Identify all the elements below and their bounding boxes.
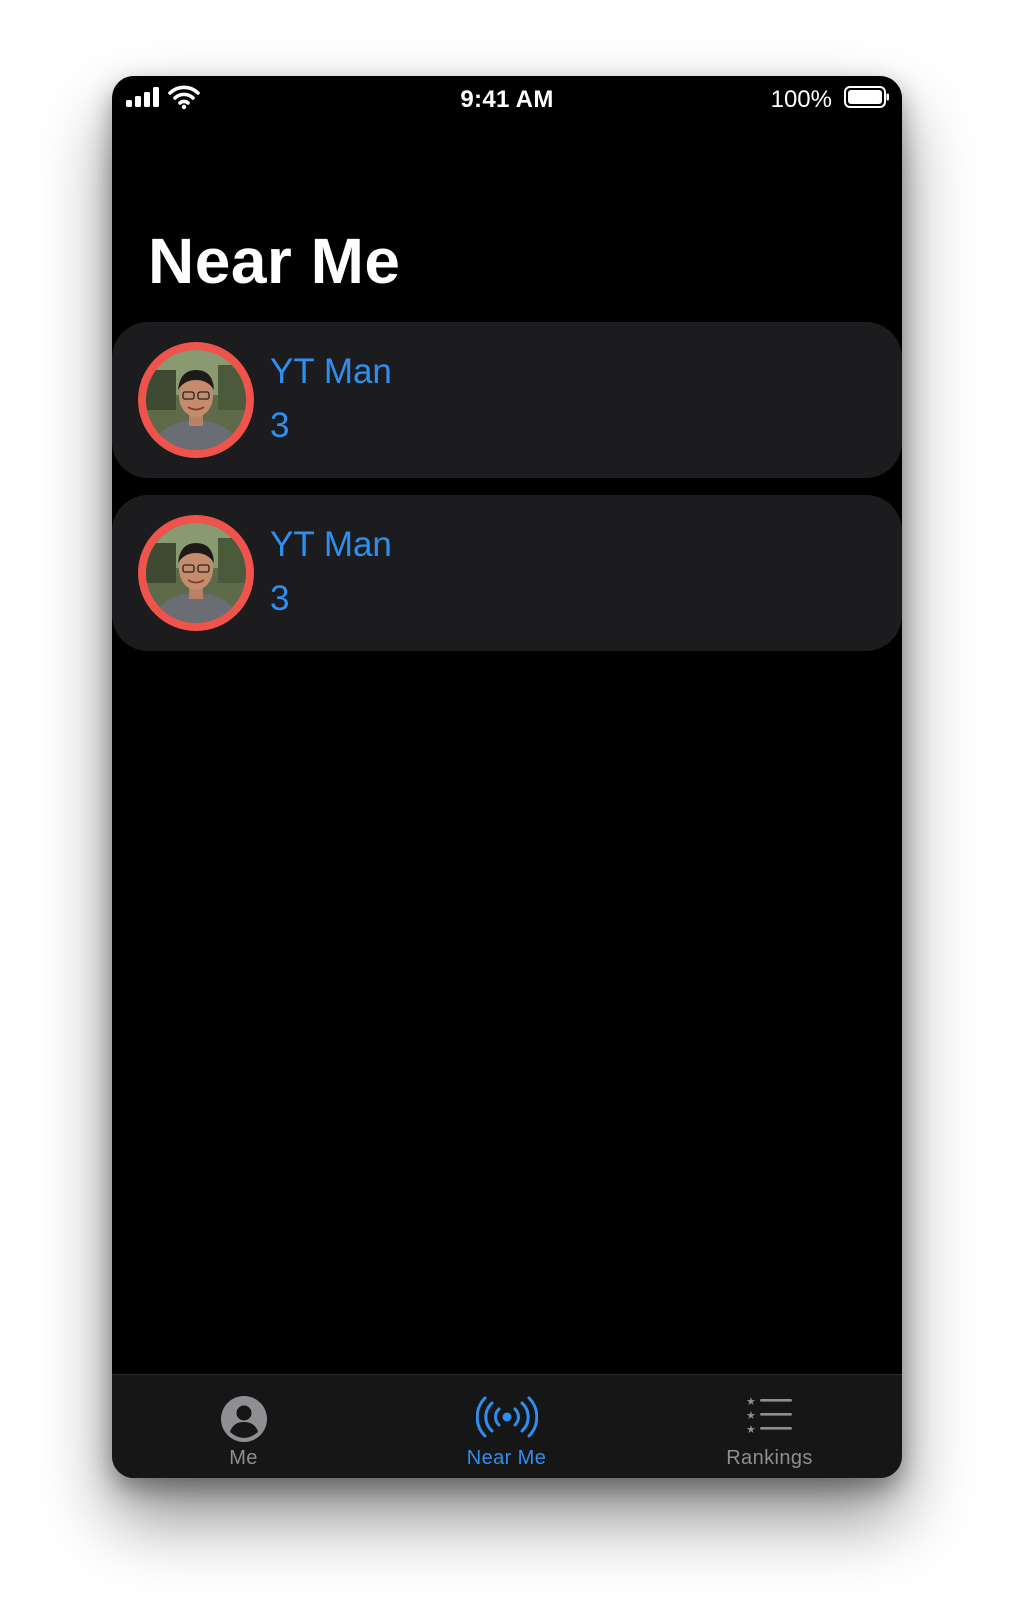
tab-rankings-label: Rankings: [726, 1447, 813, 1469]
person-circle-icon: [220, 1396, 267, 1442]
avatar: [138, 342, 254, 458]
tab-me[interactable]: Me: [112, 1375, 375, 1478]
broadcast-icon: [475, 1396, 538, 1438]
person-row[interactable]: YT Man 3: [112, 495, 902, 651]
profile-photo: [146, 523, 246, 623]
battery-icon: [844, 86, 889, 108]
phone-frame: 9:41 AM 100% Near Me YT Man 3 YT Man 3 M…: [112, 76, 902, 1478]
svg-text:★: ★: [746, 1423, 756, 1435]
svg-text:★: ★: [746, 1395, 756, 1408]
tab-near-me-label: Near Me: [466, 1447, 547, 1469]
tab-near-me[interactable]: Near Me: [375, 1375, 638, 1478]
person-name: YT Man: [270, 525, 392, 564]
avatar: [138, 515, 254, 631]
star-list-icon: ★ ★ ★: [746, 1395, 792, 1435]
tab-bar: Me Near Me ★ ★ ★ Rankings: [112, 1374, 902, 1478]
tab-me-label: Me: [229, 1447, 258, 1469]
svg-text:★: ★: [746, 1409, 756, 1422]
person-row[interactable]: YT Man 3: [112, 322, 902, 478]
person-count: 3: [270, 579, 290, 618]
battery-percentage: 100%: [770, 86, 832, 113]
profile-photo: [146, 350, 246, 450]
screen: 9:41 AM 100% Near Me YT Man 3 YT Man 3 M…: [0, 0, 1012, 1624]
status-bar: 9:41 AM 100%: [112, 76, 902, 122]
person-name: YT Man: [270, 352, 392, 391]
page-title: Near Me: [148, 225, 401, 297]
tab-rankings[interactable]: ★ ★ ★ Rankings: [638, 1375, 901, 1478]
person-count: 3: [270, 406, 290, 445]
